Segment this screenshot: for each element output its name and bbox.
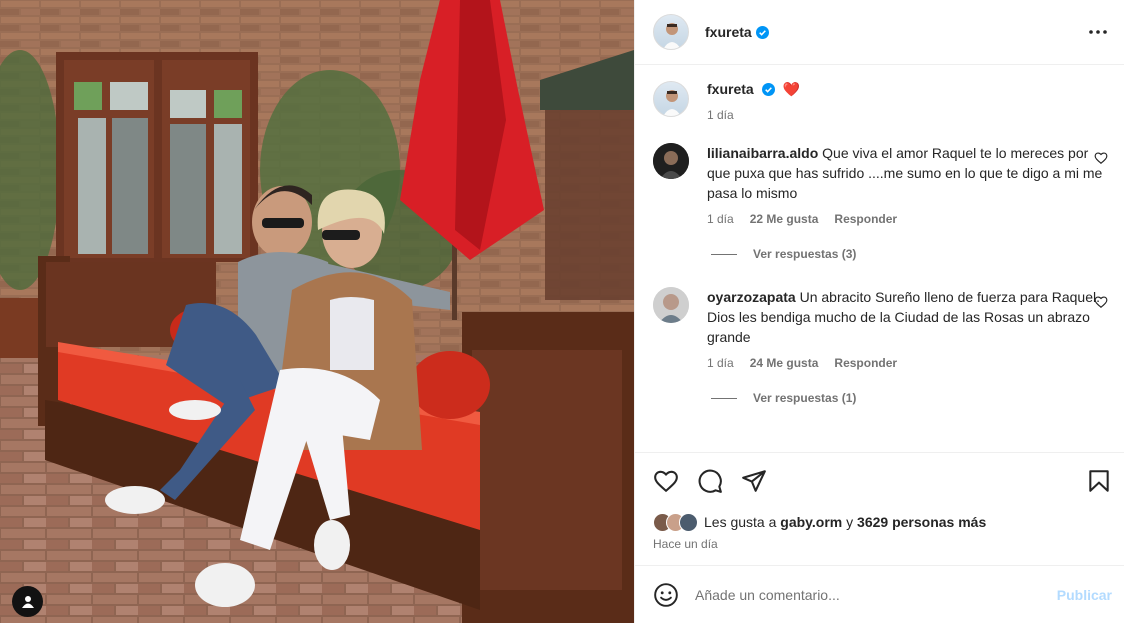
comment-content: oyarzozapata Un abracito Sureño lleno de…: [707, 287, 1108, 347]
likes-first-user[interactable]: gaby.orm: [780, 514, 842, 530]
bookmark-icon[interactable]: [1086, 468, 1112, 494]
more-horizontal-icon: [1089, 30, 1107, 34]
post-photo[interactable]: [0, 0, 634, 623]
owner-avatar[interactable]: [653, 14, 689, 50]
verified-badge-icon: [755, 25, 769, 39]
owner-username[interactable]: fxureta: [705, 24, 752, 40]
comment-age: 1 día: [707, 356, 734, 370]
comment-icon[interactable]: [697, 468, 723, 494]
replies-divider: [711, 397, 737, 399]
comment-item: lilianaibarra.aldo Que viva el amor Raqu…: [653, 143, 1108, 229]
commenter-avatar-image: [653, 143, 689, 179]
caption-body: fxureta ❤️ 1 día: [707, 81, 1108, 125]
instagram-post-viewer: fxureta fxureta ❤️ 1 día lilianaibarra.a…: [0, 0, 1124, 623]
comment-username[interactable]: oyarzozapata: [707, 289, 796, 305]
commenter-avatar-image: [653, 287, 689, 323]
view-replies-button[interactable]: Ver respuestas (3): [711, 247, 1108, 261]
likes-summary[interactable]: Les gusta a gaby.orm y 3629 personas más: [635, 509, 1124, 535]
caption-avatar[interactable]: [653, 81, 689, 117]
comment-likes[interactable]: 22 Me gusta: [750, 209, 819, 229]
heart-icon[interactable]: [653, 468, 679, 494]
post-photo-illustration: [0, 0, 634, 623]
comments-list[interactable]: fxureta ❤️ 1 día lilianaibarra.aldo Que …: [635, 65, 1124, 453]
liker-avatar: [679, 512, 698, 532]
liker-avatars: [653, 512, 698, 532]
user-tag-icon: [21, 595, 34, 608]
likes-prefix: Les gusta a: [704, 514, 777, 530]
likes-others[interactable]: 3629 personas más: [857, 514, 986, 530]
owner-avatar-image: [663, 23, 681, 49]
post-actions: [635, 453, 1124, 509]
caption-username[interactable]: fxureta: [707, 81, 754, 97]
heart-icon[interactable]: [1094, 151, 1108, 165]
comment-meta: 1 día 24 Me gusta Responder: [707, 353, 1108, 373]
caption: fxureta ❤️ 1 día: [653, 81, 1108, 125]
comment-age: 1 día: [707, 212, 734, 226]
user-tag-button[interactable]: [12, 586, 43, 617]
post-side-panel: fxureta fxureta ❤️ 1 día lilianaibarra.a…: [634, 0, 1124, 623]
more-options-button[interactable]: [1086, 20, 1110, 44]
post-timestamp: Hace un día: [653, 537, 718, 551]
comment-item: oyarzozapata Un abracito Sureño lleno de…: [653, 287, 1108, 373]
comment-content: lilianaibarra.aldo Que viva el amor Raqu…: [707, 143, 1108, 203]
comment-username[interactable]: lilianaibarra.aldo: [707, 145, 818, 161]
smiley-icon[interactable]: [653, 582, 679, 608]
view-replies-label: Ver respuestas (1): [753, 391, 857, 405]
heart-icon[interactable]: [1094, 295, 1108, 309]
reply-button[interactable]: Responder: [834, 209, 897, 229]
view-replies-label: Ver respuestas (3): [753, 247, 857, 261]
comment-body: lilianaibarra.aldo Que viva el amor Raqu…: [707, 143, 1108, 229]
commenter-avatar[interactable]: [653, 287, 689, 323]
commenter-avatar[interactable]: [653, 143, 689, 179]
replies-divider: [711, 253, 737, 255]
view-replies-button[interactable]: Ver respuestas (1): [711, 391, 1108, 405]
verified-badge-icon: [761, 83, 775, 96]
comment-composer: Publicar: [635, 565, 1124, 623]
comment-input[interactable]: [695, 586, 1057, 603]
paper-plane-icon[interactable]: [741, 468, 767, 494]
publish-button[interactable]: Publicar: [1057, 587, 1112, 603]
reply-button[interactable]: Responder: [834, 353, 897, 373]
likes-joiner: y: [846, 514, 854, 530]
caption-avatar-image: [663, 90, 681, 116]
post-header: fxureta: [635, 0, 1124, 65]
comment-likes[interactable]: 24 Me gusta: [750, 353, 819, 373]
caption-age: 1 día: [707, 108, 734, 122]
caption-text: ❤️: [782, 81, 800, 97]
caption-meta: 1 día: [707, 105, 1108, 125]
comment-body: oyarzozapata Un abracito Sureño lleno de…: [707, 287, 1108, 373]
comment-meta: 1 día 22 Me gusta Responder: [707, 209, 1108, 229]
